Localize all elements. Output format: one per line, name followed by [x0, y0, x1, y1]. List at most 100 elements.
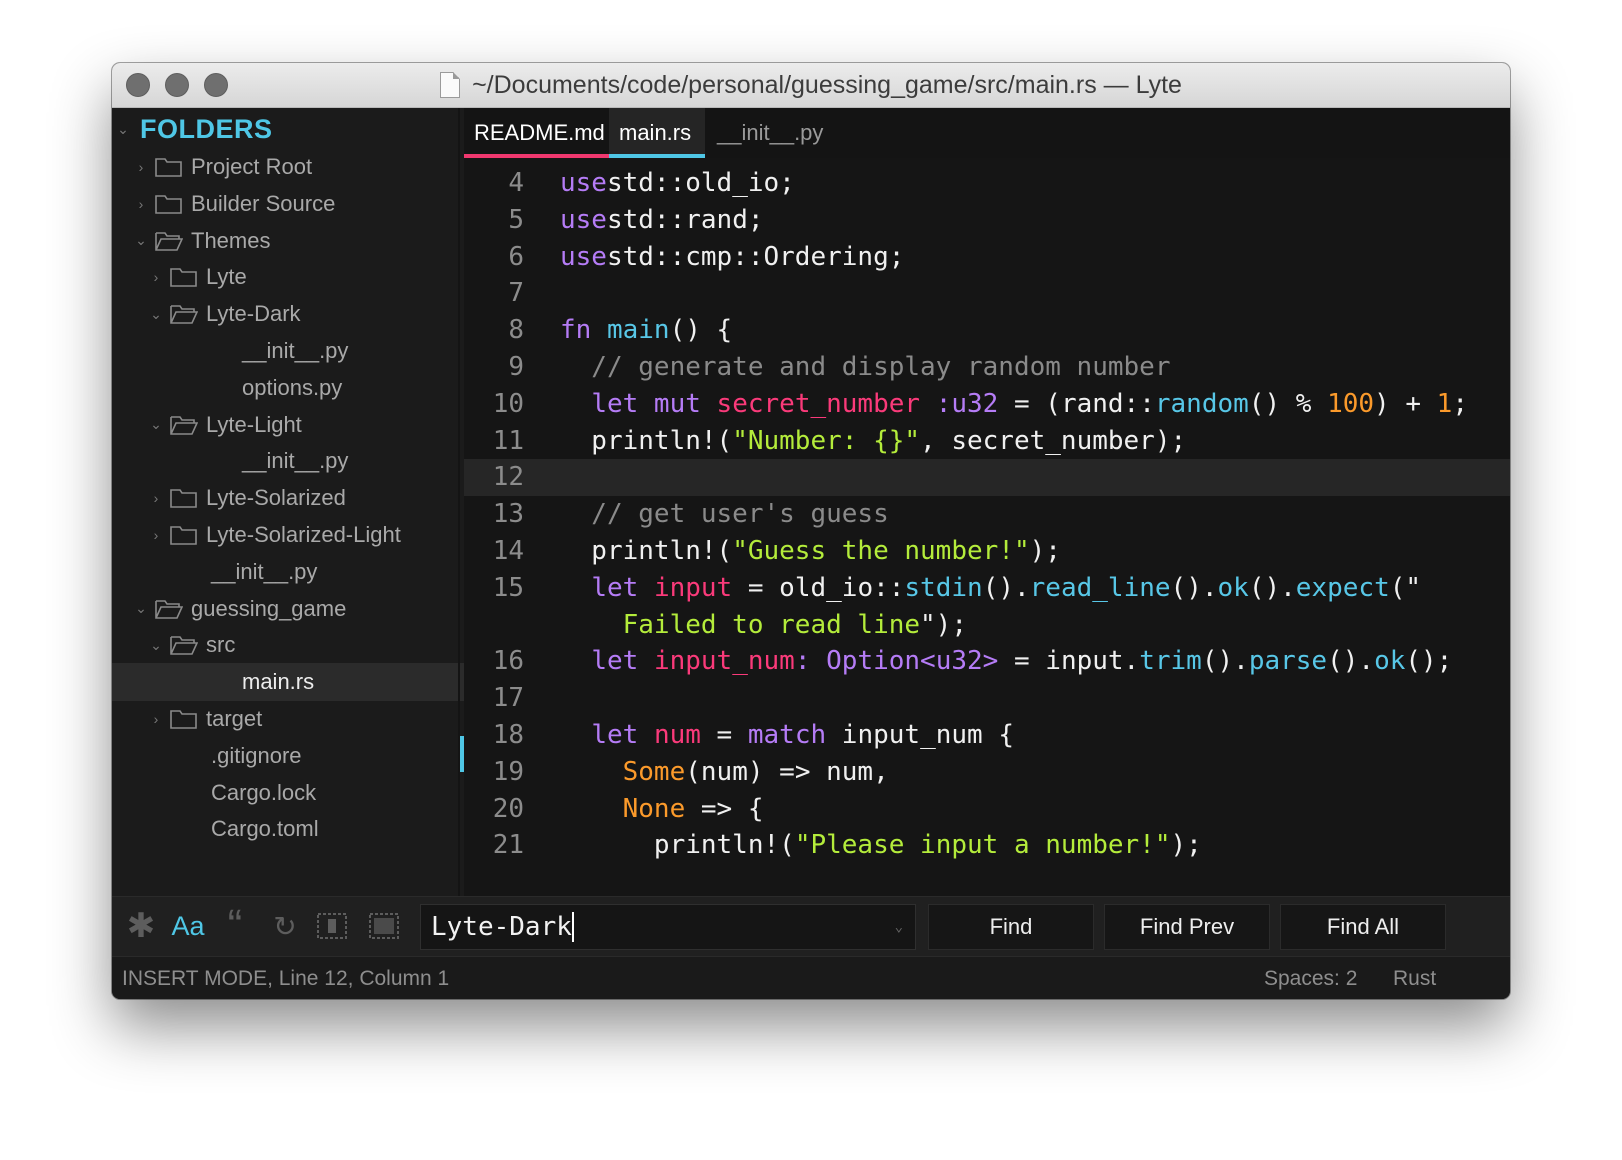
code-line[interactable]: 10 let mut secret_number :u32 = (rand::r…	[464, 386, 1510, 423]
sidebar-folder[interactable]: › Lyte-Solarized-Light	[112, 516, 464, 554]
tab-bar: README.md main.rs __init__.py	[464, 108, 1510, 158]
sidebar-item-label: Lyte-Light	[206, 411, 302, 437]
sidebar-item-label: __init__.py	[211, 558, 318, 584]
folders-header[interactable]: ⌄ FOLDERS	[112, 110, 464, 148]
sidebar-folder[interactable]: ⌄ src	[112, 626, 464, 664]
line-number: 21	[492, 830, 524, 861]
whole-word-icon[interactable]: “	[218, 901, 252, 950]
chevron-right-icon[interactable]: ›	[134, 159, 148, 175]
sidebar-file[interactable]: options.py	[112, 369, 464, 407]
code-line[interactable]: Failed to read line");	[464, 607, 1510, 644]
code-text: let num = match input_num {	[591, 720, 1014, 750]
code-line[interactable]: 8 fn main() {	[464, 312, 1510, 349]
line-number: 15	[492, 572, 524, 603]
find-input[interactable]: Lyte-Dark ⌄	[420, 904, 916, 950]
chevron-right-icon[interactable]: ›	[149, 711, 163, 727]
sidebar-folder[interactable]: ⌄ Themes	[112, 222, 464, 260]
title-bar[interactable]: ~/Documents/code/personal/guessing_game/…	[112, 63, 1510, 108]
folder-icon	[155, 194, 182, 214]
line-number: 6	[508, 241, 524, 272]
chevron-right-icon[interactable]: ›	[134, 196, 148, 212]
code-text: let input = old_io::stdin().read_line().…	[591, 572, 1422, 603]
folder-open-icon	[155, 599, 184, 619]
folder-open-icon	[170, 415, 199, 435]
tab-label: main.rs	[619, 120, 692, 145]
sidebar-item-label: Project Root	[191, 154, 313, 179]
find-button[interactable]: Find	[928, 904, 1094, 950]
sidebar-folder[interactable]: › Lyte-Solarized	[112, 479, 464, 517]
code-line[interactable]: 16 let input_num: Option<u32> = input.tr…	[464, 643, 1510, 680]
sidebar-file[interactable]: main.rs	[112, 663, 464, 702]
sidebar-item-label: Lyte-Solarized	[206, 485, 346, 511]
sidebar-divider[interactable]	[458, 108, 460, 896]
sidebar-file[interactable]: __init__.py	[112, 332, 464, 370]
folder-open-icon	[170, 635, 199, 656]
sidebar-item-label: Lyte	[206, 264, 247, 290]
code-line[interactable]: 9 // generate and display random number	[464, 349, 1510, 386]
tab-main-rs[interactable]: main.rs	[609, 108, 705, 158]
sidebar-folder[interactable]: › Lyte	[112, 258, 464, 296]
chevron-down-icon[interactable]: ⌄	[149, 306, 163, 323]
find-prev-button[interactable]: Find Prev	[1104, 904, 1270, 950]
folder-sidebar: ⌄ FOLDERS › Project Root › Builder Source ⌄ T…	[112, 108, 464, 896]
code-text: let input_num: Option<u32> = input.trim(…	[591, 646, 1453, 677]
code-line[interactable]: 7	[464, 275, 1510, 312]
sidebar-file[interactable]: Cargo.toml	[112, 810, 464, 848]
chevron-down-icon[interactable]: ⌄	[134, 232, 148, 249]
code-line[interactable]: 20 None => {	[464, 791, 1510, 828]
sidebar-file[interactable]: __init__.py	[112, 553, 464, 591]
syntax-status[interactable]: Rust	[1393, 957, 1436, 999]
chevron-down-icon[interactable]: ⌄	[149, 416, 163, 433]
sidebar-file[interactable]: __init__.py	[112, 442, 464, 480]
sidebar-file[interactable]: .gitignore	[112, 737, 464, 775]
sidebar-folder[interactable]: ⌄ Lyte-Light	[112, 406, 464, 444]
sidebar-folder[interactable]: ⌄ guessing_game	[112, 590, 464, 628]
chevron-right-icon[interactable]: ›	[149, 490, 163, 506]
find-all-button[interactable]: Find All	[1280, 904, 1446, 950]
history-dropdown-icon[interactable]: ⌄	[895, 905, 903, 949]
code-line[interactable]: 4 usestd::old_io;	[464, 165, 1510, 202]
code-text: // get user's guess	[560, 499, 889, 530]
line-number: 4	[508, 168, 524, 198]
case-sensitive-icon[interactable]: Aa	[170, 909, 206, 943]
indentation-status[interactable]: Spaces: 2	[1264, 957, 1357, 999]
code-line[interactable]: 5 usestd::rand;	[464, 202, 1510, 239]
chevron-right-icon[interactable]: ›	[149, 269, 163, 285]
sidebar-folder[interactable]: › Project Root	[112, 148, 464, 186]
code-line[interactable]: 11 println!("Number: {}", secret_number)…	[464, 423, 1510, 460]
sidebar-folder[interactable]: › Builder Source	[112, 185, 464, 223]
chevron-right-icon[interactable]: ›	[149, 527, 163, 543]
code-editor[interactable]: 4 usestd::old_io; 5 usestd::rand; 6 usestd::c…	[464, 158, 1510, 896]
line-number: 7	[508, 278, 524, 309]
sidebar-item-label: main.rs	[242, 669, 315, 695]
sidebar-folder[interactable]: ⌄ Lyte-Dark	[112, 295, 464, 333]
code-line[interactable]: 21 println!("Please input a number!");	[464, 827, 1510, 864]
tab-init-py[interactable]: __init__.py	[705, 108, 835, 158]
code-line[interactable]: 12	[464, 459, 1510, 497]
line-number: 16	[492, 646, 524, 677]
code-line[interactable]: 19 Some(num) => num,	[464, 754, 1510, 791]
folder-icon	[170, 709, 197, 729]
sidebar-item-label: guessing_game	[191, 595, 347, 621]
chevron-down-icon[interactable]: ⌄	[149, 637, 163, 654]
sidebar-item-label: Cargo.toml	[211, 816, 319, 842]
code-line[interactable]: 17	[464, 680, 1510, 717]
line-number: 13	[492, 499, 524, 530]
code-line[interactable]: 14 println!("Guess the number!");	[464, 533, 1510, 570]
code-line[interactable]: 13 // get user's guess	[464, 496, 1510, 533]
highlight-matches-icon[interactable]	[368, 909, 400, 943]
line-number: 11	[492, 425, 524, 456]
sidebar-folder[interactable]: › target	[112, 700, 464, 738]
in-selection-icon[interactable]	[316, 909, 348, 943]
code-text: println!("Number: {}", secret_number);	[560, 425, 1187, 456]
code-line[interactable]: 18 let num = match input_num {	[464, 717, 1510, 754]
sidebar-file[interactable]: Cargo.lock	[112, 774, 464, 812]
code-line[interactable]: 6 usestd::cmp::Ordering;	[464, 239, 1510, 276]
code-text: usestd::cmp::Ordering;	[560, 241, 905, 272]
regex-icon[interactable]: ✱	[126, 907, 156, 945]
tab-readme[interactable]: README.md	[464, 108, 609, 158]
wrap-icon[interactable]: ↻	[270, 909, 300, 943]
find-query: Lyte-Dark	[431, 912, 574, 942]
code-line[interactable]: 15 let input = old_io::stdin().read_line…	[464, 570, 1510, 607]
chevron-down-icon[interactable]: ⌄	[134, 600, 148, 617]
